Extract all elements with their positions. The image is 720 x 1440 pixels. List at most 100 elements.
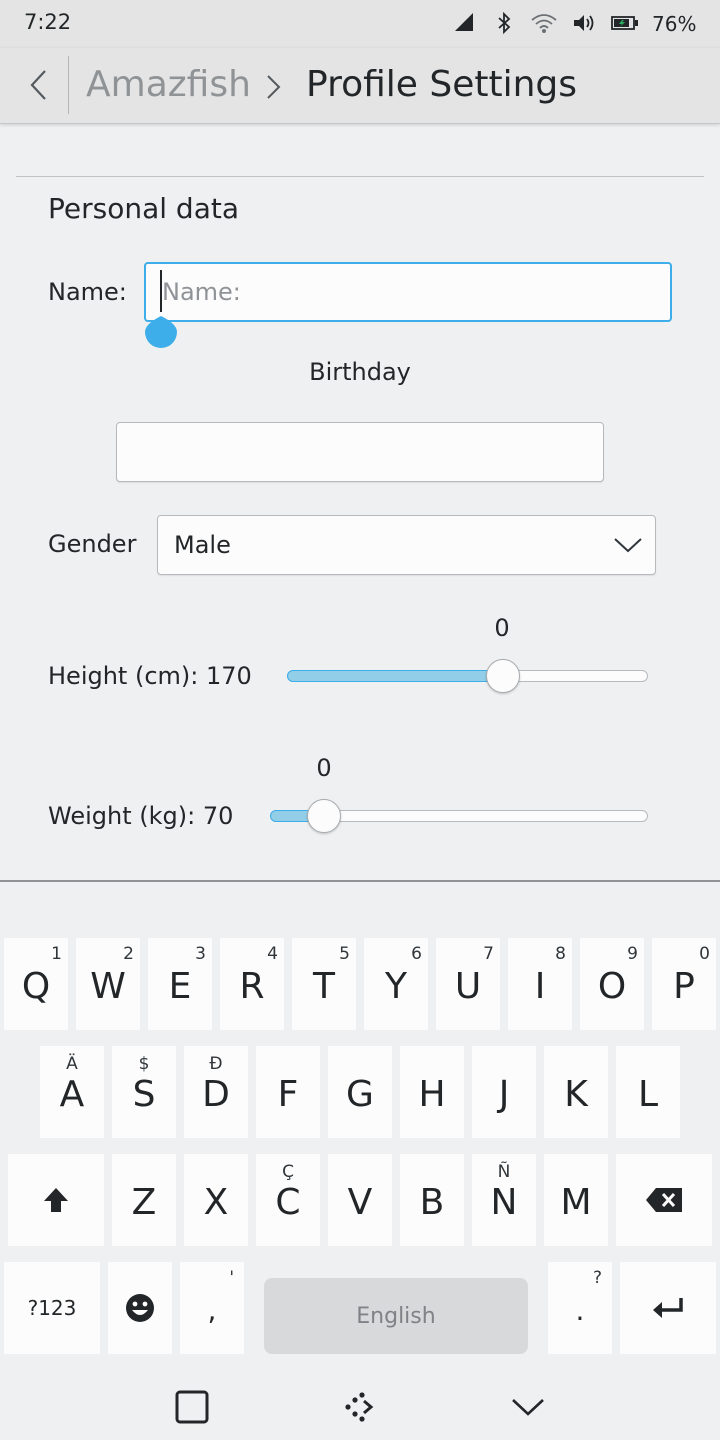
signal-icon bbox=[454, 12, 474, 36]
key-f[interactable]: F bbox=[256, 1046, 320, 1138]
gender-select[interactable]: Male bbox=[157, 515, 656, 575]
key-alt-label: 5 bbox=[339, 944, 350, 964]
key-label: S bbox=[132, 1073, 156, 1115]
key-o[interactable]: 9O bbox=[580, 938, 644, 1030]
key-x[interactable]: X bbox=[184, 1154, 248, 1246]
key-label: G bbox=[346, 1073, 374, 1115]
status-time: 7:22 bbox=[24, 10, 72, 34]
gender-label: Gender bbox=[48, 530, 137, 558]
chevron-left-icon bbox=[30, 70, 46, 100]
height-slider[interactable] bbox=[287, 658, 648, 694]
height-label: Height (cm): 170 bbox=[48, 662, 252, 690]
key-u[interactable]: 7U bbox=[436, 938, 500, 1030]
key-alt-label: Ñ bbox=[497, 1162, 511, 1182]
symbols-key-label: ?123 bbox=[27, 1296, 77, 1320]
enter-icon bbox=[653, 1298, 683, 1318]
key-alt-label: 4 bbox=[267, 944, 278, 964]
height-slider-value: 0 bbox=[494, 614, 510, 642]
key-alt-label: 8 bbox=[555, 944, 566, 964]
key-r[interactable]: 4R bbox=[220, 938, 284, 1030]
shift-key[interactable] bbox=[8, 1154, 104, 1246]
key-v[interactable]: V bbox=[328, 1154, 392, 1246]
text-selection-handle[interactable] bbox=[143, 310, 179, 350]
key-c[interactable]: ÇC bbox=[256, 1154, 320, 1246]
key-p[interactable]: 0P bbox=[652, 938, 716, 1030]
overview-button[interactable] bbox=[164, 1384, 220, 1430]
slider-thumb[interactable] bbox=[485, 659, 520, 693]
key-h[interactable]: H bbox=[400, 1046, 464, 1138]
key-q[interactable]: 1Q bbox=[4, 938, 68, 1030]
key-alt-label: Đ bbox=[209, 1054, 223, 1074]
volume-icon bbox=[572, 12, 596, 38]
hide-keyboard-button[interactable] bbox=[500, 1384, 556, 1430]
backspace-key[interactable] bbox=[616, 1154, 712, 1246]
key-k[interactable]: K bbox=[544, 1046, 608, 1138]
key-label: I bbox=[534, 965, 546, 1007]
header-divider bbox=[68, 56, 69, 114]
comma-key[interactable]: ' , bbox=[180, 1262, 244, 1354]
key-alt-label: 6 bbox=[411, 944, 422, 964]
key-a[interactable]: ÄA bbox=[40, 1046, 104, 1138]
key-label: O bbox=[597, 965, 627, 1007]
breadcrumb-separator-icon bbox=[262, 72, 284, 106]
key-label: Y bbox=[385, 965, 407, 1007]
key-y[interactable]: 6Y bbox=[364, 938, 428, 1030]
key-s[interactable]: $ S bbox=[112, 1046, 176, 1138]
space-key[interactable]: English bbox=[264, 1278, 528, 1354]
key-d[interactable]: ĐD bbox=[184, 1046, 248, 1138]
key-e[interactable]: 3E bbox=[148, 938, 212, 1030]
key-alt-label: Ç bbox=[282, 1162, 294, 1182]
symbols-key[interactable]: ?123 bbox=[4, 1262, 100, 1354]
bluetooth-icon bbox=[496, 11, 512, 38]
chevron-down-icon bbox=[614, 538, 642, 553]
emoji-key[interactable] bbox=[108, 1262, 172, 1354]
weight-slider[interactable] bbox=[270, 798, 648, 834]
slider-fill bbox=[287, 670, 503, 682]
virtual-keyboard: 1Q2W3E4R5T6Y7U8I9O0P Ä A $ S Đ D F G H J K L ZXÇCVB… bbox=[0, 880, 720, 1374]
period-key[interactable]: ? . bbox=[548, 1262, 612, 1354]
key-l[interactable]: L bbox=[616, 1046, 680, 1138]
navigation-bar bbox=[0, 1374, 720, 1440]
key-label: H bbox=[418, 1073, 446, 1115]
key-z[interactable]: Z bbox=[112, 1154, 176, 1246]
key-b[interactable]: B bbox=[400, 1154, 464, 1246]
slider-thumb[interactable] bbox=[307, 799, 342, 833]
key-label: R bbox=[239, 965, 265, 1007]
gender-value: Male bbox=[174, 531, 231, 559]
text-cursor bbox=[160, 270, 162, 312]
key-label: N bbox=[490, 1181, 518, 1223]
switch-keyboard-button[interactable] bbox=[332, 1384, 388, 1430]
key-label: F bbox=[277, 1073, 299, 1115]
key-label: E bbox=[168, 965, 192, 1007]
key-j[interactable]: J bbox=[472, 1046, 536, 1138]
key-t[interactable]: 5T bbox=[292, 938, 356, 1030]
status-bar: 7:22 76% bbox=[0, 0, 720, 48]
key-label: P bbox=[673, 965, 695, 1007]
key-label: Z bbox=[131, 1181, 157, 1223]
key-label: C bbox=[275, 1181, 301, 1223]
space-key-label: English bbox=[356, 1303, 436, 1329]
weight-label: Weight (kg): 70 bbox=[48, 802, 234, 830]
key-m[interactable]: M bbox=[544, 1154, 608, 1246]
hide-keyboard-chevron-icon bbox=[512, 1399, 544, 1416]
breadcrumb-amazfish[interactable]: Amazfish bbox=[86, 64, 251, 105]
switch-keyboard-icon bbox=[345, 1392, 374, 1422]
key-g[interactable]: G bbox=[328, 1046, 392, 1138]
key-alt-label: 7 bbox=[483, 944, 494, 964]
enter-key[interactable] bbox=[620, 1262, 716, 1354]
key-alt-label: 3 bbox=[195, 944, 206, 964]
key-label: J bbox=[498, 1073, 510, 1115]
key-w[interactable]: 2W bbox=[76, 938, 140, 1030]
key-n[interactable]: ÑN bbox=[472, 1154, 536, 1246]
key-label: U bbox=[454, 965, 482, 1007]
key-label: D bbox=[202, 1073, 230, 1115]
birthday-field[interactable] bbox=[116, 422, 604, 482]
back-button[interactable] bbox=[16, 60, 62, 110]
birthday-label: Birthday bbox=[309, 358, 411, 386]
battery-icon bbox=[611, 15, 639, 35]
key-i[interactable]: 8I bbox=[508, 938, 572, 1030]
wifi-icon bbox=[530, 12, 558, 38]
section-title: Personal data bbox=[48, 192, 239, 225]
name-label: Name: bbox=[48, 278, 127, 306]
name-input[interactable] bbox=[144, 262, 672, 322]
